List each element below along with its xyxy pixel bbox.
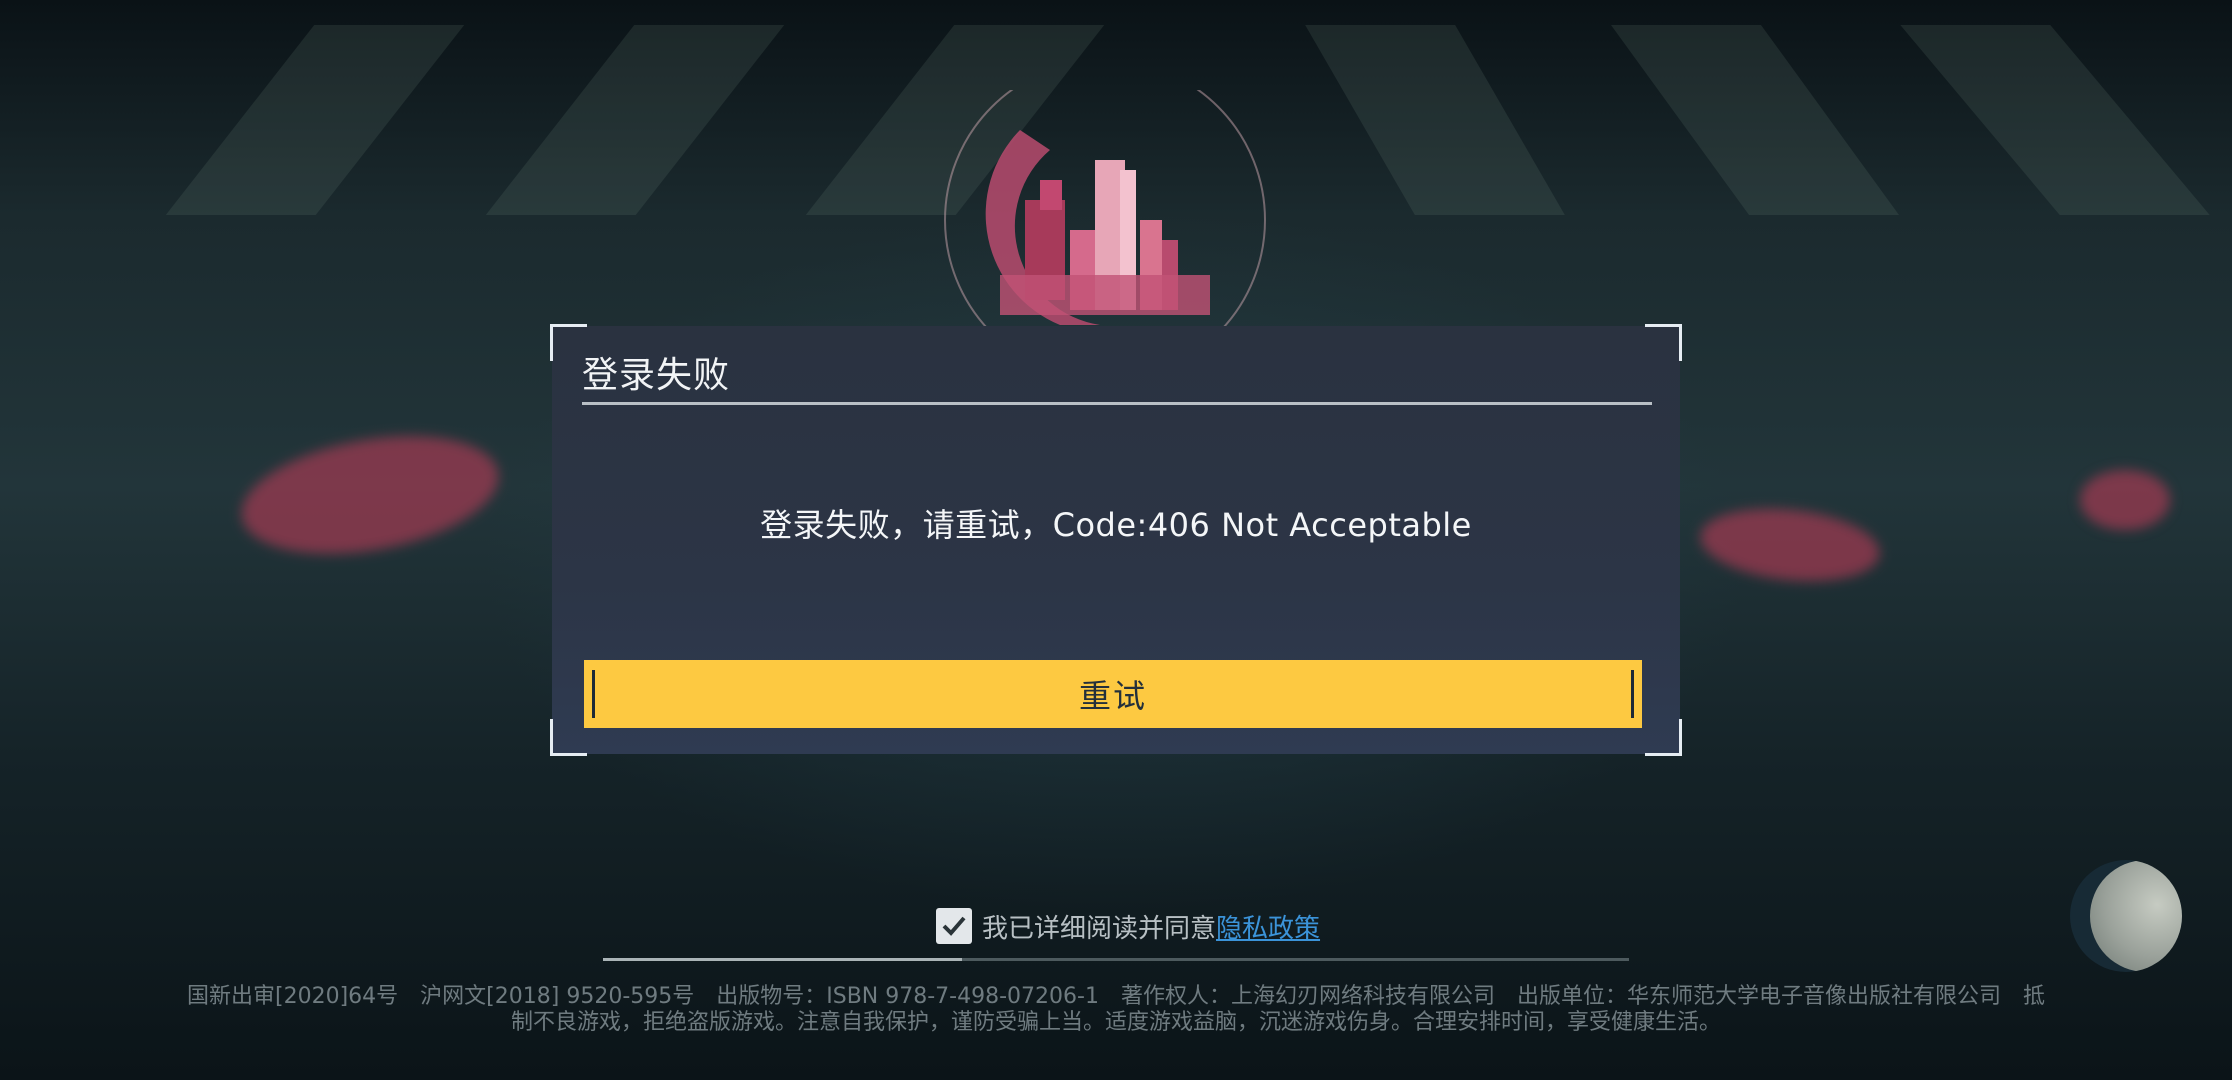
agreement-checkbox[interactable] [936, 908, 972, 944]
corner-bracket-icon [550, 719, 587, 756]
neon-reflection [2080, 470, 2170, 530]
dialog-title: 登录失败 [582, 355, 731, 396]
privacy-policy-link[interactable]: 隐私政策 [1216, 908, 1320, 945]
retry-button-label: 重试 [1078, 678, 1147, 714]
corner-bracket-icon [1645, 324, 1682, 361]
loading-progress-bar [603, 958, 1629, 961]
crosswalk-stripe [1305, 25, 1565, 215]
crosswalk-stripe [1900, 25, 2210, 215]
corner-bracket-icon [1645, 719, 1682, 756]
login-failed-dialog: 登录失败 登录失败，请重试，Code:406 Not Acceptable 重试 [550, 324, 1682, 756]
legal-line: 制不良游戏，拒绝盗版游戏。注意自我保护，谨防受骗上当。适度游戏益脑，沉迷游戏伤身… [510, 1010, 1721, 1035]
error-message: 登录失败，请重试，Code:406 Not Acceptable [760, 506, 1472, 544]
moon-icon[interactable] [2070, 860, 2182, 972]
neon-reflection [1696, 500, 1884, 590]
checkmark-icon [942, 916, 966, 936]
button-edge-bar [592, 670, 595, 718]
retry-button[interactable]: 重试 [584, 660, 1642, 728]
game-login-screen: 登录失败 登录失败，请重试，Code:406 Not Acceptable 重试… [0, 0, 2232, 1080]
crosswalk-stripe [1610, 25, 1900, 215]
title-divider [582, 402, 1652, 405]
legal-notice: 国新出审[2020]64号 沪网文[2018] 9520-595号 出版物号：I… [60, 984, 2172, 1036]
city-globe-logo [944, 90, 1266, 330]
crosswalk-stripe [165, 25, 465, 215]
agreement-text: 我已详细阅读并同意 [982, 913, 1217, 944]
legal-line: 国新出审[2020]64号 沪网文[2018] 9520-595号 出版物号：I… [187, 984, 2045, 1009]
crosswalk-stripe [485, 25, 785, 215]
loading-progress-fill [603, 958, 963, 961]
neon-reflection [232, 418, 508, 572]
button-edge-bar [1631, 670, 1634, 718]
privacy-agreement: 我已详细阅读并同意 隐私政策 [936, 906, 1320, 946]
moon-lit-face [2090, 860, 2182, 972]
